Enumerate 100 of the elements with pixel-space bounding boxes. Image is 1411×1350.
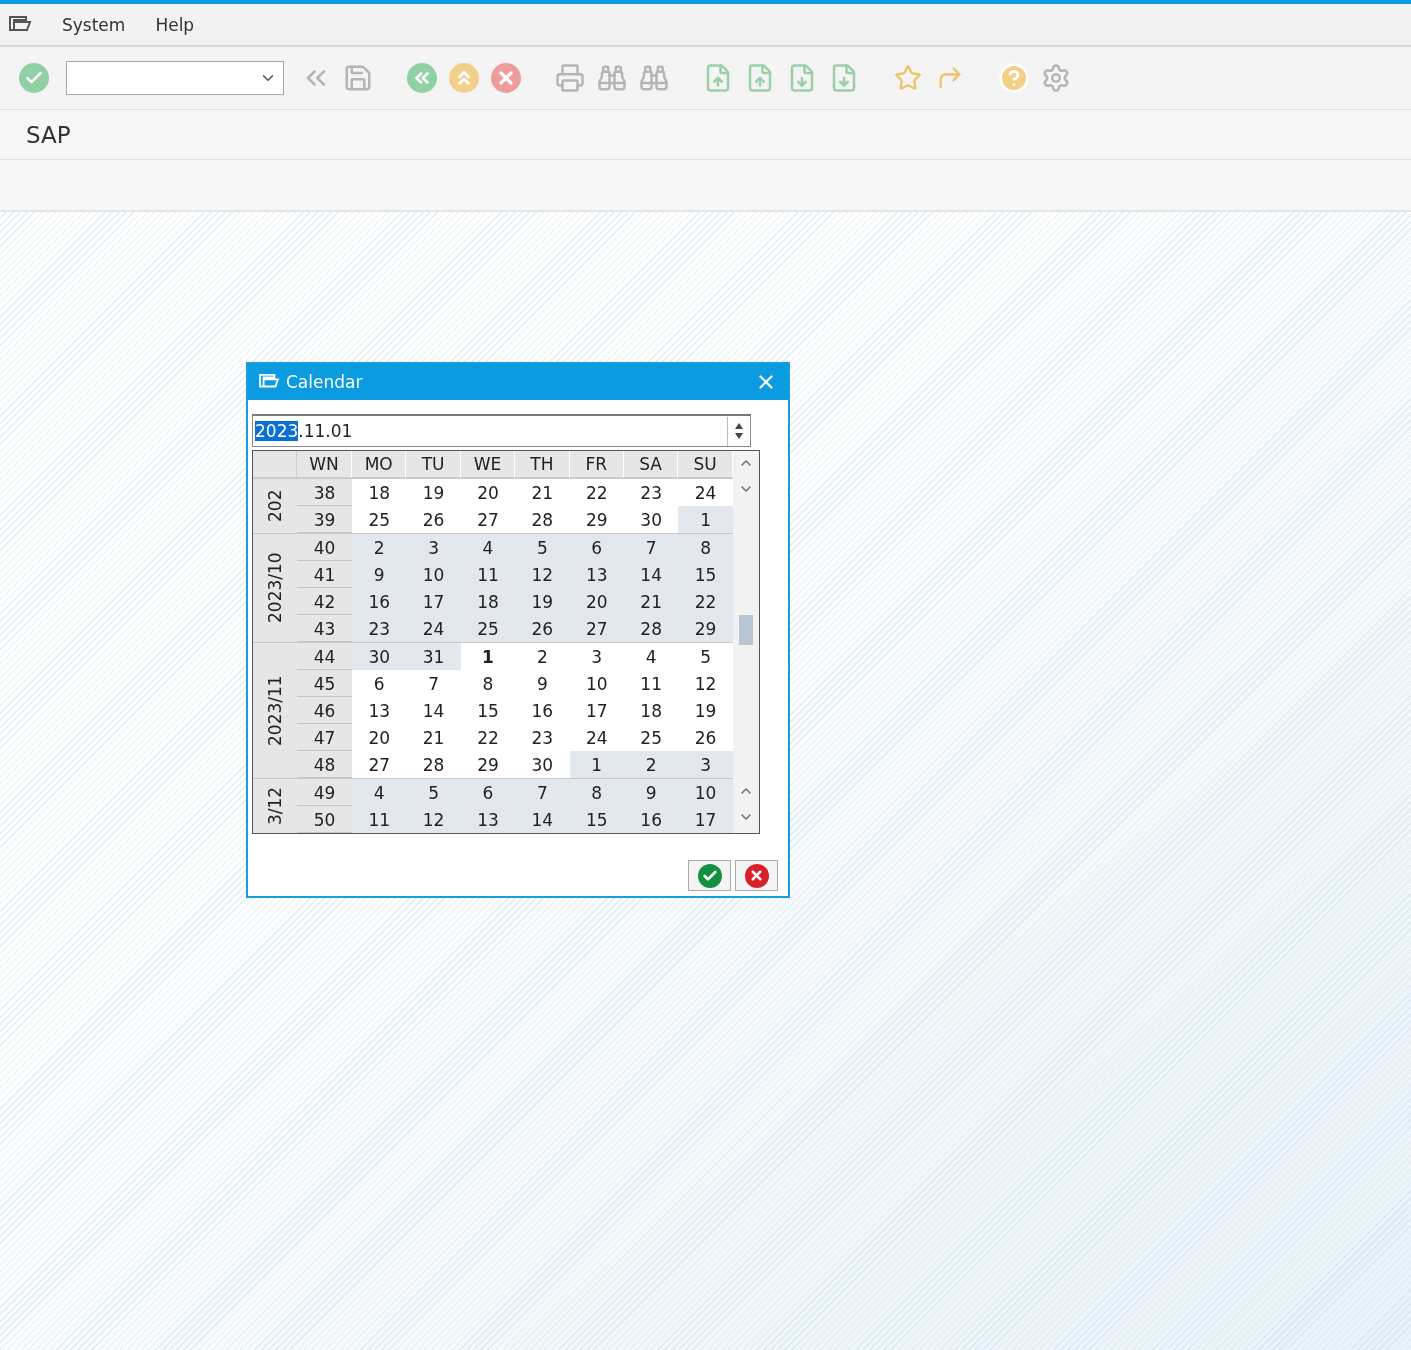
day-cell[interactable]: 12 [515,561,570,588]
day-cell[interactable]: 17 [678,806,733,833]
day-cell[interactable]: 1 [460,643,516,670]
day-cell[interactable]: 19 [678,697,733,724]
day-cell[interactable]: 20 [352,724,407,751]
day-cell[interactable]: 6 [569,534,624,561]
day-cell[interactable]: 10 [569,670,624,697]
day-cell[interactable]: 4 [352,779,407,806]
day-cell[interactable]: 5 [678,643,733,670]
day-cell[interactable]: 9 [515,670,570,697]
day-cell[interactable]: 4 [623,643,679,670]
day-cell[interactable]: 11 [352,806,407,833]
day-cell[interactable]: 13 [569,561,624,588]
confirm-button[interactable] [688,860,731,891]
day-cell[interactable]: 25 [460,615,516,642]
cancel-icon[interactable] [490,62,522,94]
day-cell[interactable]: 15 [678,561,733,588]
day-cell[interactable]: 27 [460,506,516,533]
day-cell[interactable]: 24 [569,724,624,751]
day-cell[interactable]: 9 [623,779,679,806]
day-cell[interactable]: 29 [678,615,733,642]
day-cell[interactable]: 6 [460,779,516,806]
day-cell[interactable]: 22 [569,479,624,506]
day-cell[interactable]: 11 [623,670,679,697]
print-icon[interactable] [554,62,586,94]
day-cell[interactable]: 3 [678,751,733,778]
day-cell[interactable]: 29 [460,751,516,778]
day-cell[interactable]: 17 [406,588,461,615]
day-cell[interactable]: 16 [515,697,570,724]
day-cell[interactable]: 18 [623,697,679,724]
day-cell[interactable]: 14 [406,697,461,724]
day-cell[interactable]: 20 [460,479,516,506]
day-cell[interactable]: 28 [623,615,679,642]
day-cell[interactable]: 13 [460,806,516,833]
day-cell[interactable]: 8 [569,779,624,806]
day-cell[interactable]: 8 [460,670,516,697]
day-cell[interactable]: 1 [678,506,733,533]
day-cell[interactable]: 3 [569,643,624,670]
date-field[interactable]: 2023.11.01 [252,414,751,447]
day-cell[interactable]: 14 [515,806,570,833]
cancel-button[interactable] [735,860,778,891]
day-cell[interactable]: 24 [406,615,461,642]
day-cell[interactable]: 19 [515,588,570,615]
day-cell[interactable]: 2 [352,534,407,561]
day-cell[interactable]: 12 [678,670,733,697]
day-cell[interactable]: 15 [569,806,624,833]
day-cell[interactable]: 6 [352,670,407,697]
day-cell[interactable]: 24 [678,479,733,506]
day-cell[interactable]: 25 [623,724,679,751]
day-cell[interactable]: 12 [406,806,461,833]
day-cell[interactable]: 30 [515,751,570,778]
help-icon[interactable] [998,62,1030,94]
day-cell[interactable]: 20 [569,588,624,615]
day-cell[interactable]: 13 [352,697,407,724]
day-cell[interactable]: 18 [460,588,516,615]
day-cell[interactable]: 23 [515,724,570,751]
day-cell[interactable]: 14 [623,561,679,588]
day-cell[interactable]: 19 [406,479,461,506]
day-cell[interactable]: 10 [406,561,461,588]
day-cell[interactable]: 30 [623,506,679,533]
day-cell[interactable]: 16 [623,806,679,833]
day-cell[interactable]: 18 [352,479,407,506]
day-cell[interactable]: 7 [515,779,570,806]
command-field[interactable] [66,61,284,95]
settings-icon[interactable] [1040,62,1072,94]
day-cell[interactable]: 23 [623,479,679,506]
day-cell[interactable]: 26 [678,724,733,751]
back-icon[interactable] [406,62,438,94]
enter-icon[interactable] [18,62,50,94]
day-cell[interactable]: 22 [678,588,733,615]
day-cell[interactable]: 27 [352,751,407,778]
day-cell[interactable]: 5 [515,534,570,561]
day-cell[interactable]: 1 [569,751,624,778]
day-cell[interactable]: 31 [406,643,461,670]
day-cell[interactable]: 26 [515,615,570,642]
day-cell[interactable]: 30 [352,643,407,670]
day-cell[interactable]: 25 [352,506,407,533]
day-cell[interactable]: 2 [515,643,570,670]
day-cell[interactable]: 3 [406,534,461,561]
day-cell[interactable]: 21 [515,479,570,506]
day-cell[interactable]: 7 [623,534,679,561]
day-cell[interactable]: 23 [352,615,407,642]
day-cell[interactable]: 7 [406,670,461,697]
day-cell[interactable]: 2 [623,751,679,778]
menu-item[interactable]: Help [155,14,195,35]
day-cell[interactable]: 22 [460,724,516,751]
day-cell[interactable]: 17 [569,697,624,724]
day-cell[interactable]: 5 [406,779,461,806]
day-cell[interactable]: 16 [352,588,407,615]
exit-icon[interactable] [448,62,480,94]
day-cell[interactable]: 21 [623,588,679,615]
day-cell[interactable]: 15 [460,697,516,724]
day-cell[interactable]: 8 [678,534,733,561]
day-cell[interactable]: 28 [406,751,461,778]
day-cell[interactable]: 4 [460,534,516,561]
day-cell[interactable]: 27 [569,615,624,642]
menu-item[interactable]: System [62,14,126,35]
day-cell[interactable]: 29 [569,506,624,533]
day-cell[interactable]: 28 [515,506,570,533]
day-cell[interactable]: 9 [352,561,407,588]
